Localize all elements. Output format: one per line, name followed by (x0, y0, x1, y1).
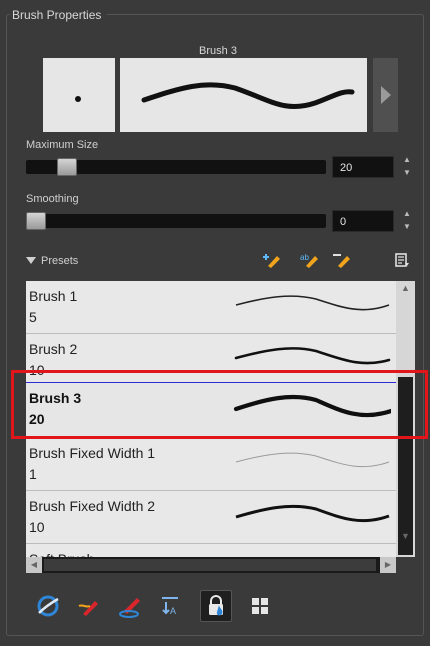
brush-options-toolbar: A (30, 590, 390, 624)
brush-preview-name: Brush 3 (199, 45, 237, 57)
maximum-size-label: Maximum Size (26, 139, 99, 151)
auto-close-gap-icon[interactable] (114, 590, 146, 622)
preset-size: 1 (29, 466, 37, 482)
draw-behind-icon[interactable] (74, 590, 106, 622)
maximum-size-slider-handle[interactable] (56, 158, 77, 176)
preset-row-brush-fixed-width-2[interactable]: Brush Fixed Width 2 10 (26, 491, 396, 544)
tip-preview (43, 58, 115, 132)
scroll-left-icon[interactable]: ◀ (26, 557, 42, 573)
presets-menu-icon[interactable] (392, 251, 412, 269)
brush-properties-panel: Brush Properties Brush 3 Maximum Size 20… (0, 0, 430, 646)
play-arrow-icon[interactable] (373, 58, 398, 132)
grid-view-icon[interactable] (244, 590, 276, 622)
smoothing-slider[interactable] (26, 214, 326, 228)
scroll-up-icon[interactable]: ▲ (398, 283, 413, 297)
preset-row-brush-fixed-width-1[interactable]: Brush Fixed Width 1 1 (26, 438, 396, 491)
smoothing-field[interactable]: 0 (332, 210, 394, 232)
lock-color-icon[interactable] (200, 590, 232, 622)
respect-pressure-icon[interactable]: A (154, 590, 186, 622)
preset-name: Brush 2 (29, 341, 78, 357)
selected-preset-highlight (11, 370, 428, 439)
presets-label: Presets (41, 255, 79, 267)
preset-row-brush-1[interactable]: Brush 1 5 (26, 281, 396, 334)
auto-flatten-icon[interactable] (32, 590, 64, 622)
preset-stroke-preview (235, 452, 390, 468)
smoothing-label: Smoothing (26, 193, 79, 205)
scrollbar-corner (396, 557, 415, 573)
maximum-size-field[interactable]: 20 (332, 156, 394, 178)
presets-horizontal-scrollbar[interactable]: ◀ ▶ (26, 557, 396, 573)
rename-brush-icon[interactable]: ab (300, 251, 320, 269)
tip-dot (75, 96, 81, 102)
scroll-right-icon[interactable]: ▶ (380, 557, 396, 573)
smoothing-slider-handle[interactable] (26, 212, 46, 230)
panel-title: Brush Properties (10, 8, 108, 22)
triangle-down-icon (26, 257, 36, 264)
preset-stroke-preview (235, 504, 390, 523)
preset-name: Brush Fixed Width 2 (29, 498, 156, 514)
smoothing-stepper[interactable]: ▲ ▼ (401, 207, 413, 235)
preset-name: Brush 1 (29, 288, 78, 304)
presets-toggle[interactable]: Presets (26, 255, 78, 267)
preset-size: 5 (29, 309, 37, 325)
maximum-size-stepper[interactable]: ▲ ▼ (401, 153, 413, 181)
new-brush-icon[interactable] (263, 251, 283, 269)
svg-text:A: A (170, 606, 176, 616)
stroke-preview-svg (141, 82, 355, 109)
svg-text:ab: ab (300, 253, 309, 262)
preset-size: 10 (29, 519, 45, 535)
horizontal-scroll-thumb[interactable] (44, 559, 376, 571)
stroke-preview (120, 58, 367, 132)
delete-brush-icon[interactable] (332, 251, 352, 269)
scroll-down-icon[interactable]: ▼ (398, 531, 413, 545)
preset-stroke-preview (235, 295, 390, 311)
preset-name: Brush Fixed Width 1 (29, 445, 156, 461)
